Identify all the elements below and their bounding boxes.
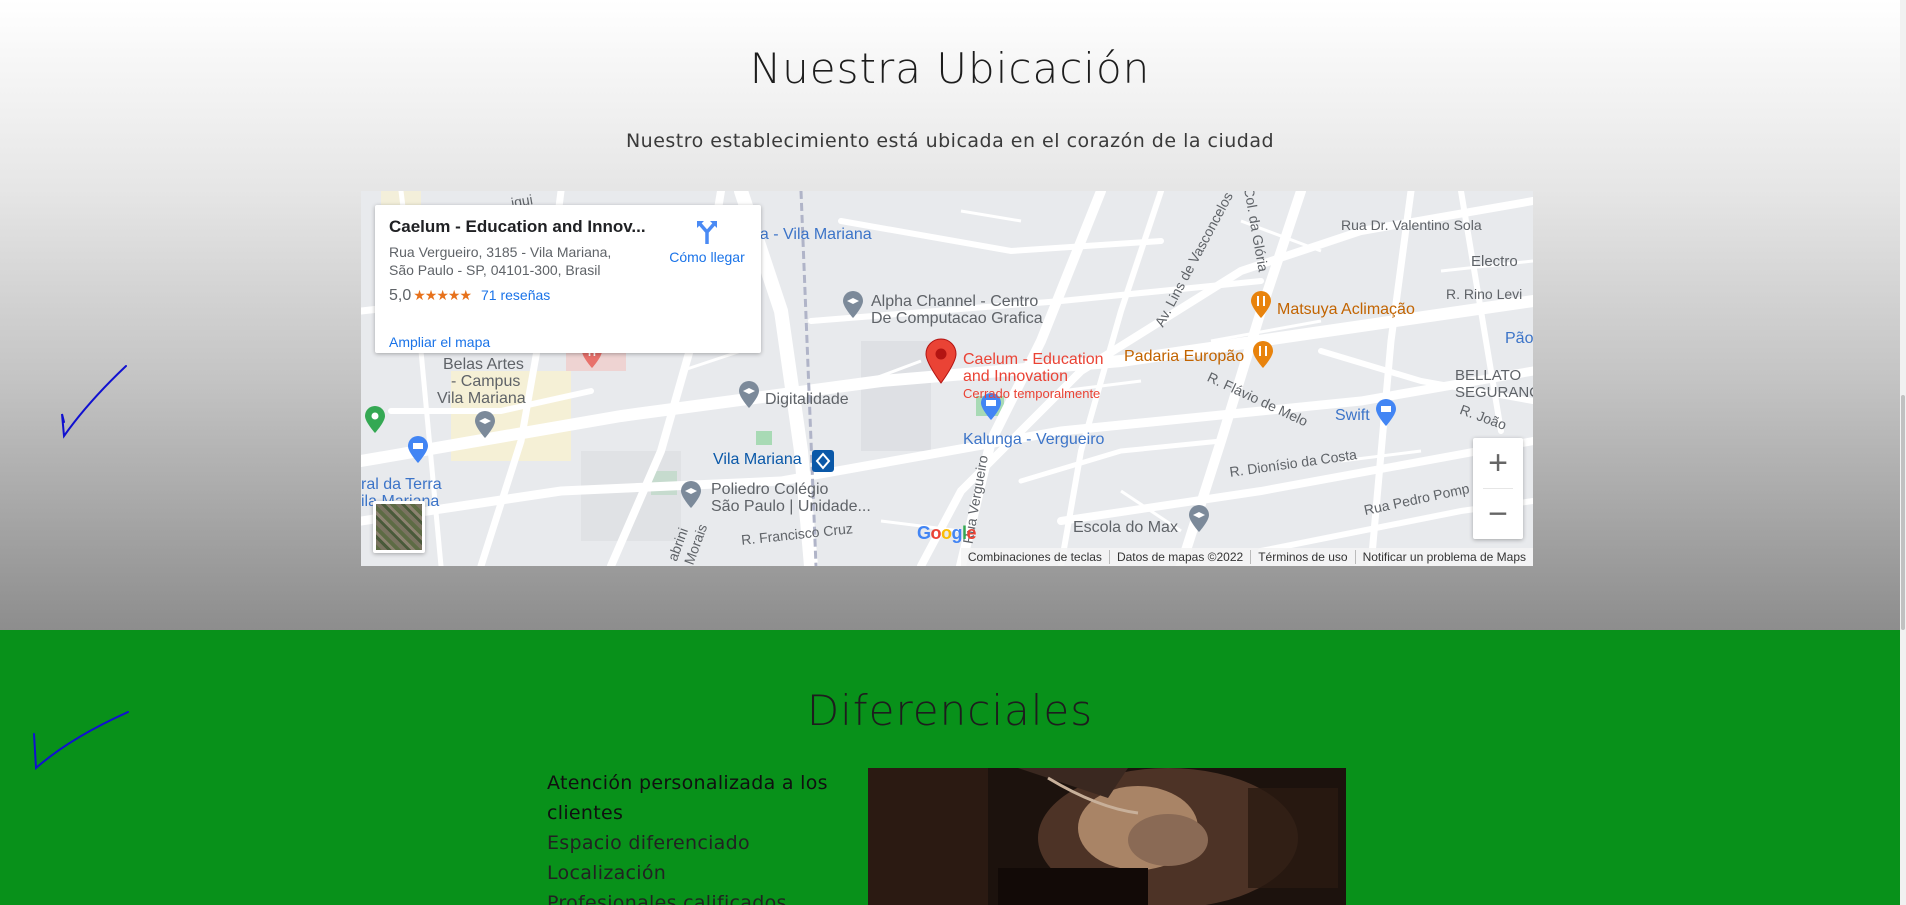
map-label-bellato-2[interactable]: SEGURANÇA E <box>1455 384 1533 401</box>
map-label-escola[interactable]: Escola do Max <box>1073 519 1178 536</box>
map-label-swift[interactable]: Swift <box>1335 407 1370 424</box>
place-rating: 5,0 ★★★★★ 71 reseñas <box>389 287 550 305</box>
terms-link[interactable]: Términos de uso <box>1250 550 1354 564</box>
place-name[interactable]: Caelum - Education and Innov... <box>389 217 659 237</box>
rating-stars: ★★★★★ <box>413 287 472 303</box>
directions-button[interactable]: Cómo llegar <box>659 219 755 267</box>
map-pin-icon[interactable] <box>923 337 959 385</box>
location-title: Nuestra Ubicación <box>749 44 1151 93</box>
map-label-electro[interactable]: Electro <box>1471 253 1518 270</box>
map-label-alpha-1[interactable]: Alpha Channel - Centro <box>871 293 1038 310</box>
map-label-faculdade-4[interactable]: Vila Mariana <box>437 390 526 407</box>
map-label-alpha-2[interactable]: De Computacao Grafica <box>871 310 1043 327</box>
map-data-text: Datos de mapas ©2022 <box>1108 550 1250 564</box>
list-item: Espacio diferenciado <box>547 832 750 854</box>
list-item: Atención personalizada a los clientes <box>547 772 828 824</box>
map-label-faculdade-2[interactable]: Belas Artes <box>443 356 524 373</box>
place-info-card: Caelum - Education and Innov... Rua Verg… <box>375 205 761 353</box>
school-pin-icon[interactable] <box>1187 505 1211 533</box>
barber-photo <box>868 768 1346 905</box>
map-label-padaria[interactable]: Padaria Europão <box>1124 348 1244 365</box>
street-rino: R. Rino Levi <box>1446 286 1523 302</box>
map-label-pin-1[interactable]: Caelum - Education <box>963 351 1104 368</box>
map-label-bellato-1[interactable]: BELLATO <box>1455 367 1521 384</box>
map-label-vila-mariana[interactable]: ga - Vila Mariana <box>751 226 872 243</box>
map-label-digitalidade[interactable]: Digitalidade <box>765 391 849 408</box>
map-label-faculdade-3[interactable]: - Campus <box>451 373 520 390</box>
satellite-layer-button[interactable] <box>373 501 425 553</box>
map-label-terra-1[interactable]: ral da Terra <box>361 476 442 493</box>
expand-map-link[interactable]: Ampliar el mapa <box>389 334 490 350</box>
keyboard-shortcuts-link[interactable]: Combinaciones de teclas <box>961 550 1109 564</box>
directions-label: Cómo llegar <box>669 249 745 265</box>
map-attribution-bar: Combinaciones de teclas Datos de mapas ©… <box>960 548 1533 566</box>
school-pin-icon[interactable] <box>841 291 865 319</box>
place-address: Rua Vergueiro, 3185 - Vila Mariana, São … <box>389 243 639 279</box>
street-valentino: Rua Dr. Valentino Sola <box>1341 217 1482 233</box>
page-scrollbar[interactable] <box>1900 0 1906 905</box>
layers-icon <box>376 504 422 550</box>
zoom-out-icon: − <box>1488 495 1508 533</box>
school-pin-icon[interactable] <box>679 481 703 509</box>
shopping-pin-icon[interactable] <box>406 436 430 464</box>
scrollbar-thumb[interactable] <box>1901 395 1905 630</box>
location-section: Nuestra Ubicación Nuestro establecimient… <box>0 0 1900 630</box>
shopping-pin-icon[interactable] <box>1374 399 1398 427</box>
list-item: Profesionales calificados <box>547 892 787 905</box>
map-label-pin-2[interactable]: and Innovation <box>963 368 1068 385</box>
page-viewport: Nuestra Ubicación Nuestro establecimient… <box>0 0 1900 905</box>
location-subtitle: Nuestro establecimiento está ubicada en … <box>625 130 1275 152</box>
place-address-line-1: Rua Vergueiro, 3185 - Vila Mariana, <box>389 244 612 260</box>
map-label-pin-status: Cerrado temporalmente <box>963 386 1101 401</box>
map-label-pao[interactable]: Pão <box>1505 330 1533 347</box>
diferenciales-section: Diferenciales Atención personalizada a l… <box>0 630 1900 905</box>
rating-value: 5,0 <box>389 287 412 304</box>
metro-station-icon[interactable] <box>811 449 835 473</box>
report-problem-link[interactable]: Notificar un problema de Maps <box>1354 550 1533 564</box>
place-address-line-2: São Paulo - SP, 04101-300, Brasil <box>389 262 601 278</box>
reviews-link[interactable]: 71 reseñas <box>481 287 550 303</box>
google-logo: Google <box>917 523 977 543</box>
zoom-in-icon: + <box>1488 444 1508 482</box>
map-label-poliedro-1[interactable]: Poliedro Colégio <box>711 481 828 498</box>
park-pin-icon[interactable] <box>363 406 387 434</box>
diferenciales-list: Atención personalizada a los clientes Es… <box>547 768 847 905</box>
checkmark-icon <box>61 365 127 439</box>
school-pin-icon[interactable] <box>473 411 497 439</box>
map-label-kalunga[interactable]: Kalunga - Vergueiro <box>963 431 1104 448</box>
restaurant-pin-icon[interactable] <box>1251 341 1275 369</box>
checkmark-icon <box>33 711 129 771</box>
map-label-matsuya[interactable]: Matsuya Aclimação <box>1277 301 1415 318</box>
school-pin-icon[interactable] <box>737 381 761 409</box>
list-item: Localización <box>547 862 667 884</box>
directions-icon <box>697 221 717 244</box>
zoom-out-button[interactable]: − <box>1473 489 1523 539</box>
restaurant-pin-icon[interactable] <box>1249 291 1273 319</box>
embedded-map[interactable]: H ga - Vila Mariana Alpha Channel - Cent… <box>361 191 1533 566</box>
zoom-in-button[interactable]: + <box>1473 438 1523 488</box>
zoom-controls: + − <box>1473 438 1523 539</box>
map-label-vila-mariana-station[interactable]: Vila Mariana <box>713 451 802 468</box>
barber-photo-illustration <box>868 768 1346 905</box>
map-label-poliedro-2[interactable]: São Paulo | Unidade... <box>711 498 871 515</box>
diferenciales-title: Diferenciales <box>806 686 1094 735</box>
